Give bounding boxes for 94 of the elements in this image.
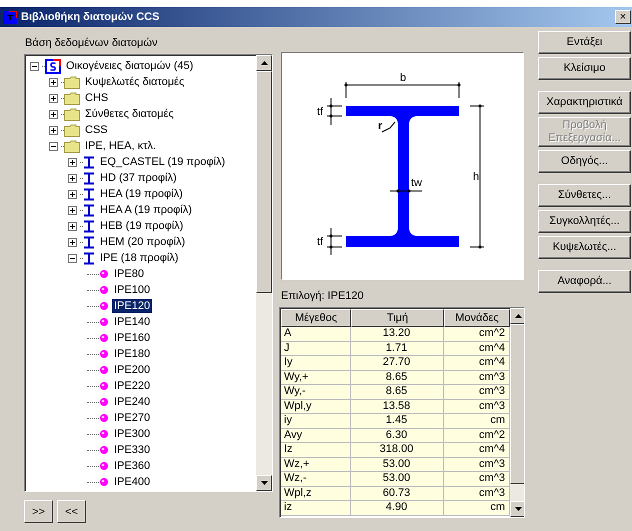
- i-beam-icon: [83, 204, 95, 216]
- expander-toggle[interactable]: [49, 78, 58, 86]
- section-icon: [99, 349, 109, 359]
- expander-toggle[interactable]: [49, 126, 58, 134]
- dialog-button[interactable]: Κλείσιμο: [538, 57, 631, 80]
- tree-item[interactable]: IPE (18 προφίλ): [98, 251, 180, 265]
- scroll-up-icon: [260, 61, 268, 65]
- tree-label: Βάση δεδομένων διατομών: [25, 37, 158, 50]
- scroll-down-icon: [514, 507, 522, 511]
- section-icon: [99, 301, 109, 311]
- section-icon: [99, 445, 109, 455]
- i-beam-drawing: b tf r h tw tf: [282, 53, 523, 279]
- tree-item[interactable]: Σύνθετες διατομές: [83, 107, 176, 121]
- tree-item[interactable]: IPE400: [112, 475, 152, 489]
- dialog-button[interactable]: Οδηγός...: [538, 150, 631, 173]
- expander-toggle[interactable]: [68, 190, 77, 198]
- expander-toggle[interactable]: [30, 62, 39, 70]
- section-icon: [99, 381, 109, 391]
- i-beam-icon: [83, 236, 95, 248]
- dialog-button[interactable]: Εντάξει: [538, 31, 631, 54]
- tree-item[interactable]: IPE140: [112, 315, 152, 329]
- section-icon: [99, 397, 109, 407]
- dialog-button[interactable]: Σύνθετες...: [538, 184, 631, 207]
- folder-icon: [64, 76, 80, 88]
- dialog-button[interactable]: Χαρακτηριστικά: [538, 91, 631, 114]
- expander-toggle[interactable]: [49, 110, 58, 118]
- section-icon: [99, 477, 109, 487]
- i-beam-icon: [83, 188, 95, 200]
- expander-toggle[interactable]: [49, 94, 58, 102]
- folder-icon: [64, 92, 80, 104]
- tree-item[interactable]: IPE120: [112, 299, 152, 313]
- tree-item[interactable]: IPE200: [112, 363, 152, 377]
- tree-item[interactable]: IPE100: [112, 283, 152, 297]
- tree-item[interactable]: IPE160: [112, 331, 152, 345]
- tree-item[interactable]: IPE220: [112, 379, 152, 393]
- column-header[interactable]: Μονάδες: [444, 309, 510, 327]
- dialog-button[interactable]: Κυψελωτές...: [538, 236, 631, 259]
- tree-item[interactable]: IPE180: [112, 347, 152, 361]
- section-icon: [99, 269, 109, 279]
- section-icon: [99, 365, 109, 375]
- table-cell: iz: [281, 501, 351, 516]
- section-icon: [99, 429, 109, 439]
- tree-item[interactable]: IPE240: [112, 395, 152, 409]
- expander-toggle[interactable]: [68, 254, 77, 262]
- i-beam-icon: [83, 172, 95, 184]
- column-header[interactable]: Μέγεθος: [281, 309, 351, 327]
- close-button[interactable]: ×: [615, 10, 631, 24]
- section-icon: [99, 461, 109, 471]
- dialog-button[interactable]: Αναφορά...: [538, 270, 631, 293]
- scrollbar[interactable]: [510, 308, 524, 517]
- app-icon: [3, 10, 17, 24]
- tree-item[interactable]: Οικογένειες διατομών (45): [64, 59, 196, 73]
- expander-toggle[interactable]: [68, 222, 77, 230]
- dialog-button[interactable]: Συγκολλητές...: [538, 210, 631, 233]
- expander-toggle[interactable]: [68, 206, 77, 214]
- library-icon: [45, 58, 61, 74]
- section-icon: [99, 317, 109, 327]
- tree-item[interactable]: IPE, HEA, κτλ.: [83, 139, 158, 153]
- selection-label: Επιλογή: IPE120: [281, 290, 365, 303]
- tree-item[interactable]: IPE300: [112, 427, 152, 441]
- back-button[interactable]: <<: [57, 500, 86, 523]
- folder-icon: [64, 124, 80, 136]
- i-beam-icon: [83, 156, 95, 168]
- scrollbar[interactable]: [256, 55, 272, 491]
- section-icon: [99, 285, 109, 295]
- tree-item[interactable]: HD (37 προφίλ): [98, 171, 179, 185]
- tree-item[interactable]: CHS: [83, 91, 110, 105]
- i-beam-icon: [83, 220, 95, 232]
- i-beam-icon: [83, 252, 95, 264]
- folder-icon: [64, 108, 80, 120]
- table-cell: 4.90: [351, 501, 444, 516]
- tree-item[interactable]: IPE270: [112, 411, 152, 425]
- window-title: Βιβλιοθήκη διατομών CCS: [21, 11, 160, 23]
- tree-item[interactable]: HEB (19 προφίλ): [98, 219, 186, 233]
- tree-item[interactable]: IPE330: [112, 443, 152, 457]
- tree-item[interactable]: CSS: [83, 123, 110, 137]
- tree-item[interactable]: IPE360: [112, 459, 152, 473]
- tree-item[interactable]: EQ_CASTEL (19 προφίλ): [98, 155, 228, 169]
- expander-toggle[interactable]: [68, 174, 77, 182]
- tree-item[interactable]: HEA A (19 προφίλ): [98, 203, 194, 217]
- folder-icon: [64, 140, 80, 152]
- expander-toggle[interactable]: [68, 158, 77, 166]
- tree-item[interactable]: Κυψελωτές διατομές: [83, 75, 186, 89]
- forward-button[interactable]: >>: [24, 500, 53, 523]
- scroll-down-icon: [260, 481, 268, 485]
- tree-item[interactable]: HEA (19 προφίλ): [98, 187, 185, 201]
- expander-toggle[interactable]: [49, 142, 58, 150]
- expander-toggle[interactable]: [68, 238, 77, 246]
- section-icon: [99, 413, 109, 423]
- tree-item[interactable]: IPE80: [112, 267, 146, 281]
- section-icon: [99, 333, 109, 343]
- tree-item[interactable]: HEM (20 προφίλ): [98, 235, 188, 249]
- scroll-up-icon: [514, 314, 522, 318]
- column-header[interactable]: Τιμή: [351, 309, 444, 327]
